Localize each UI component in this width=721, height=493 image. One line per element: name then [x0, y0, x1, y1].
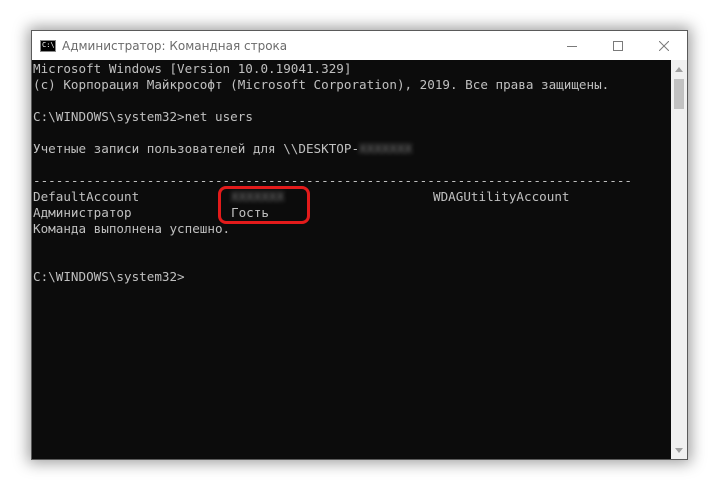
accounts-header: Учетные записи пользователей для \\DESKT… [33, 141, 412, 157]
title-bar[interactable]: C:\ Администратор: Командная строка [32, 31, 687, 60]
scroll-up-icon [675, 67, 683, 72]
prompt-line: C:\WINDOWS\system32> [33, 269, 185, 284]
scroll-up-button[interactable] [671, 61, 687, 78]
scroll-thumb[interactable] [674, 79, 684, 109]
vertical-scrollbar[interactable] [671, 60, 687, 459]
completion-line: Команда выполнена успешно. [33, 221, 231, 236]
version-line: Microsoft Windows [Version 10.0.19041.32… [33, 61, 352, 76]
command-text: net users [184, 109, 253, 124]
close-button[interactable] [641, 31, 687, 60]
window-controls [549, 31, 687, 60]
hostname-redacted: XXXXXXX [359, 141, 413, 156]
scroll-down-button[interactable] [671, 442, 687, 459]
account-wdag: WDAGUtilityAccount [433, 189, 570, 204]
minimize-icon [567, 45, 577, 47]
maximize-button[interactable] [595, 31, 641, 60]
copyright-line: (c) Корпорация Майкрософт (Microsoft Cor… [33, 77, 610, 92]
minimize-button[interactable] [549, 31, 595, 60]
cmd-icon: C:\ [40, 39, 56, 52]
separator-line: ----------------------------------------… [33, 173, 632, 188]
accounts-header-text: Учетные записи пользователей для \\DESKT… [33, 141, 360, 156]
command-prompt-window: C:\ Администратор: Командная строка Micr… [31, 30, 688, 460]
command-line: C:\WINDOWS\system32>net users [33, 109, 253, 125]
account-admin: Администратор [33, 205, 132, 220]
window-title: Администратор: Командная строка [62, 38, 288, 53]
scroll-down-icon [675, 448, 683, 453]
close-icon [659, 40, 669, 51]
highlight-box [218, 186, 310, 224]
account-default: DefaultAccount [33, 189, 140, 204]
console-output[interactable]: Microsoft Windows [Version 10.0.19041.32… [32, 60, 672, 459]
prompt: C:\WINDOWS\system32> [33, 109, 185, 124]
maximize-icon [613, 40, 623, 51]
